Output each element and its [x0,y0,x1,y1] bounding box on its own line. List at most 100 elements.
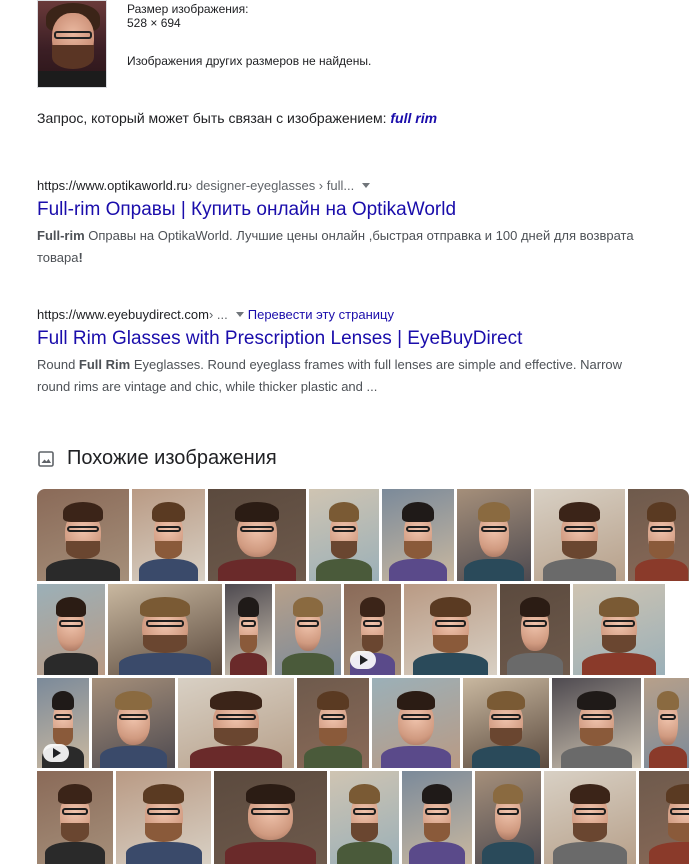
beard-shape [65,540,101,559]
similar-images-grid [37,489,689,864]
similar-image-tile[interactable] [402,771,472,864]
shirt-shape [648,746,688,768]
image-size-label: Размер изображения: [127,2,249,16]
shirt-shape [481,841,535,864]
similar-image-tile[interactable] [330,771,399,864]
beard-shape [58,635,84,653]
related-query-link[interactable]: full rim [390,110,437,126]
beard-shape [319,728,347,747]
hair-shape [349,784,380,805]
similar-image-tile[interactable] [208,489,306,581]
similar-image-tile[interactable] [37,678,89,768]
beard-shape [423,823,451,842]
hair-shape [51,690,75,711]
beard-shape [239,634,258,654]
shirt-shape [316,558,372,581]
beard-shape [249,823,292,842]
similar-image-tile[interactable] [37,489,129,581]
beard-shape [399,728,432,746]
hair-shape [58,784,92,805]
similar-image-tile[interactable] [116,771,211,864]
similar-image-tile[interactable] [544,771,636,864]
hair-shape [238,596,259,617]
hair-shape [657,690,679,711]
similar-image-tile[interactable] [275,584,341,675]
similar-image-tile[interactable] [372,678,460,768]
hair-shape [598,596,640,617]
similar-image-tile[interactable] [92,678,175,768]
similar-image-tile[interactable] [552,678,641,768]
similar-image-tile[interactable] [382,489,454,581]
result-snippet: Full-rim Оправы на OptikaWorld. Лучшие ц… [37,225,657,269]
similar-image-tile[interactable] [457,489,531,581]
similar-images-title: Похожие изображения [67,447,277,469]
source-image-thumbnail[interactable] [37,0,107,88]
beard-shape [404,540,432,559]
glasses-shape [54,714,72,721]
thumbnail-shirt [38,71,106,87]
shirt-shape [229,653,268,675]
similar-image-tile[interactable] [463,678,549,768]
similar-image-tile[interactable] [37,771,113,864]
similar-image-tile[interactable] [344,584,401,675]
similar-image-tile[interactable] [573,584,665,675]
glasses-shape [581,714,612,721]
shirt-shape [304,746,362,768]
hair-shape [569,784,611,805]
chevron-down-icon[interactable] [235,312,244,317]
hair-shape [487,690,525,711]
thumbnail-glasses [54,31,92,39]
similar-image-tile[interactable] [644,678,689,768]
result-title-link[interactable]: Full Rim Glasses with Prescription Lense… [37,328,657,350]
snippet-bold: Full Rim [78,357,131,372]
similar-image-tile[interactable] [639,771,689,864]
chevron-down-icon[interactable] [362,183,371,188]
glasses-shape [496,808,520,815]
shirt-shape [634,558,689,581]
glasses-shape [59,620,83,627]
shirt-shape [189,746,283,768]
shirt-shape [43,653,99,675]
similar-image-tile[interactable] [404,584,497,675]
beard-shape [522,635,549,653]
similar-image-tile[interactable] [534,489,625,581]
hair-shape [559,501,600,523]
similar-image-tile[interactable] [178,678,294,768]
similar-image-tile[interactable] [108,584,222,675]
similar-image-tile[interactable] [475,771,541,864]
hair-shape [210,690,262,711]
result-url[interactable]: https://www.optikaworld.ru › designer-ey… [37,178,657,193]
beard-shape [154,540,183,559]
search-result: https://www.eyebuydirect.com › ... Перев… [37,307,657,398]
result-url[interactable]: https://www.eyebuydirect.com › ... Перев… [37,307,657,322]
beard-shape [648,540,675,559]
translate-page-link[interactable]: Перевести эту страницу [248,307,394,322]
shirt-shape [100,746,167,768]
snippet-text: Оправы на OptikaWorld. Лучшие цены онлай… [37,228,634,265]
result-url-domain: https://www.eyebuydirect.com [37,307,209,322]
glasses-shape [145,620,185,627]
similar-image-tile[interactable] [225,584,272,675]
similar-image-tile[interactable] [214,771,327,864]
shirt-shape [648,841,689,864]
shirt-shape [389,558,447,581]
similar-image-tile[interactable] [37,584,105,675]
similar-image-tile[interactable] [309,489,379,581]
hair-shape [421,784,453,805]
similar-image-tile[interactable] [628,489,689,581]
similar-image-tile[interactable] [132,489,205,581]
hair-shape [359,596,386,617]
glasses-shape [296,620,320,627]
hair-shape [665,784,689,805]
similar-image-tile[interactable] [297,678,369,768]
shirt-shape [507,653,563,675]
result-title-link[interactable]: Full-rim Оправы | Купить онлайн на Optik… [37,199,657,221]
glasses-shape [67,525,99,533]
shirt-shape [119,653,211,675]
similar-images-header: Похожие изображения [37,447,277,470]
glasses-shape [352,808,377,815]
glasses-shape [405,525,431,533]
similar-image-tile[interactable] [500,584,570,675]
shirt-shape [413,653,488,675]
play-icon [43,744,69,762]
